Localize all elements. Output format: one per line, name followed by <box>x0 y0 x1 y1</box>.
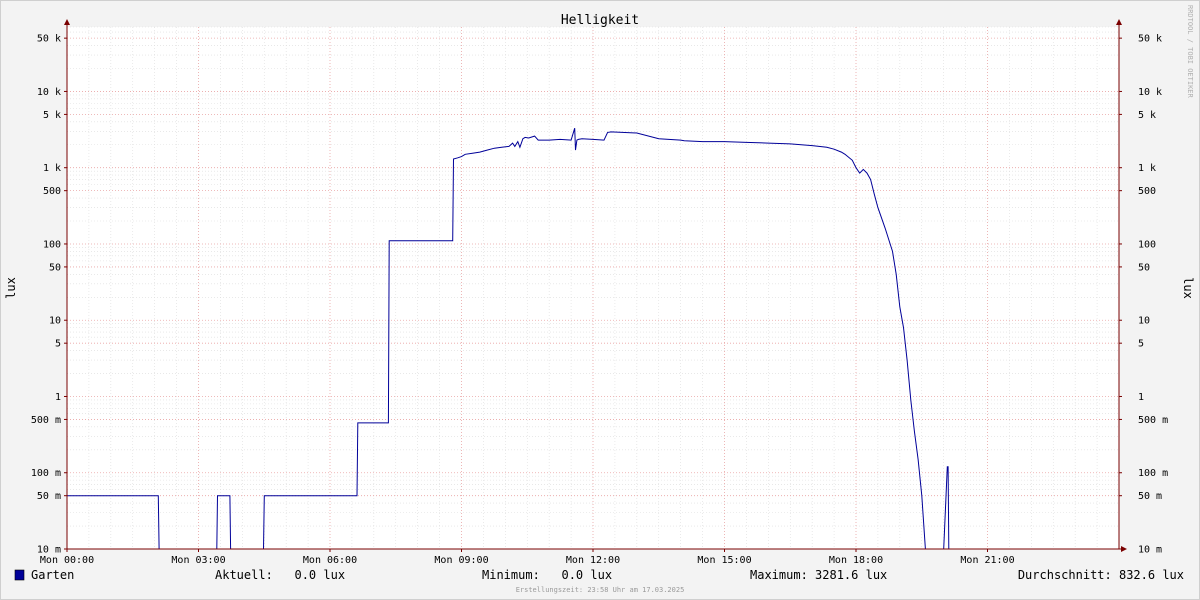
y-tick-label-right: 5 k <box>1138 110 1156 121</box>
y-tick-label: 50 <box>49 262 61 273</box>
chart-panel: 10 m 50 m 100 m 500 m 1 5 10 50 100 500 1 k 5 k 10 k… <box>0 0 1200 600</box>
x-tick-label: Mon 00:00 <box>40 555 94 566</box>
chart-title: Helligkeit <box>561 13 639 28</box>
y-tick-label: 5 k <box>43 110 61 121</box>
y-tick-label: 1 <box>55 392 61 403</box>
y-tick-label-right: 10 <box>1138 316 1150 327</box>
y-tick-label: 100 m <box>31 468 61 479</box>
legend-series-name: Garten <box>31 568 74 582</box>
x-tick-label: Mon 12:00 <box>566 555 620 566</box>
y-tick-label: 50 m <box>37 491 61 502</box>
y-tick-label-right: 500 <box>1138 186 1156 197</box>
y-ticks-left: 10 m 50 m 100 m 500 m 1 5 10 50 100 500 1 k 5 k 10 k… <box>31 34 67 556</box>
x-tick-label: Mon 03:00 <box>171 555 225 566</box>
y-tick-label: 10 <box>49 316 61 327</box>
y-ticks-right: 10 m 50 m 100 m 500 m 1 5 10 50 100 500 1 k 5 k 10 k… <box>1119 34 1168 556</box>
y-tick-label: 500 <box>43 186 61 197</box>
y-tick-label-right: 10 k <box>1138 87 1162 98</box>
y-tick-label-right: 5 <box>1138 339 1144 350</box>
y-axis-arrow-right <box>1116 19 1122 25</box>
legend-minimum: Minimum: 0.0 lux <box>482 568 612 582</box>
brightness-chart: 10 m 50 m 100 m 500 m 1 5 10 50 100 500 1 k 5 k 10 k… <box>4 5 1195 594</box>
y-tick-label: 10 m <box>37 545 61 556</box>
y-tick-label-right: 100 m <box>1138 468 1168 479</box>
x-tick-label: Mon 15:00 <box>697 555 751 566</box>
y-tick-label-right: 1 k <box>1138 163 1156 174</box>
y-tick-label-right: 50 k <box>1138 34 1162 45</box>
y-tick-label: 500 m <box>31 415 61 426</box>
y-tick-label-right: 50 <box>1138 262 1150 273</box>
creation-timestamp: Erstellungszeit: 23:58 Uhr am 17.03.2025 <box>516 586 685 594</box>
legend-current: Aktuell: 0.0 lux <box>215 568 345 582</box>
y-tick-label-right: 1 <box>1138 392 1144 403</box>
x-ticks: Mon 00:00 Mon 03:00 Mon 06:00 Mon 09:00 Mon … <box>40 549 1015 566</box>
y-tick-label-right: 10 m <box>1138 545 1162 556</box>
x-tick-label: Mon 21:00 <box>960 555 1014 566</box>
legend-maximum: Maximum: 3281.6 lux <box>750 568 887 582</box>
y-tick-label: 50 k <box>37 34 61 45</box>
y-tick-label: 100 <box>43 239 61 250</box>
x-axis-arrow <box>1121 546 1127 552</box>
x-tick-label: Mon 09:00 <box>434 555 488 566</box>
y-tick-label-right: 50 m <box>1138 491 1162 502</box>
x-tick-label: Mon 06:00 <box>303 555 357 566</box>
legend-swatch <box>14 569 25 581</box>
y-axis-label-left: lux <box>4 277 18 299</box>
rrdtool-watermark: RRDTOOL / TOBI OETIKER <box>1186 5 1194 99</box>
legend-average: Durchschnitt: 832.6 lux <box>1018 568 1184 582</box>
y-tick-label: 10 k <box>37 87 61 98</box>
y-axis-arrow-left <box>64 19 70 25</box>
y-tick-label: 1 k <box>43 163 61 174</box>
y-tick-label-right: 500 m <box>1138 415 1168 426</box>
y-tick-label: 5 <box>55 339 61 350</box>
y-axis-label-right: lux <box>1181 277 1195 299</box>
y-tick-label-right: 100 <box>1138 239 1156 250</box>
x-tick-label: Mon 18:00 <box>829 555 883 566</box>
